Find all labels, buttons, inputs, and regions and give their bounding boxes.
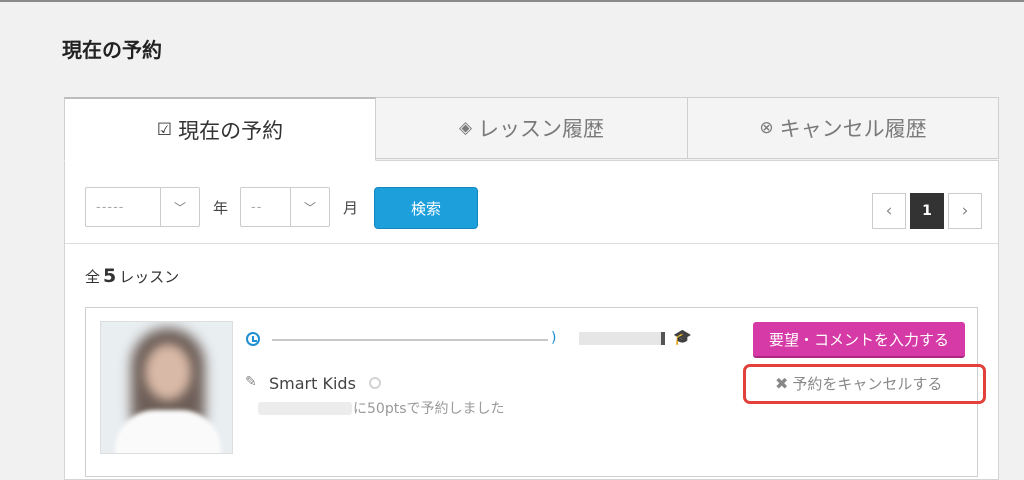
tab-label: キャンセル履歴 bbox=[779, 117, 927, 141]
clock-icon bbox=[246, 332, 260, 346]
lesson-count-number: 5 bbox=[103, 265, 117, 287]
course-tag-icon bbox=[369, 377, 381, 389]
lesson-count: 全 5 レッスン bbox=[85, 265, 179, 287]
lesson-count-prefix: 全 bbox=[85, 268, 101, 286]
month-select[interactable]: -- ﹀ bbox=[240, 187, 330, 227]
redacted-teacher-name bbox=[579, 332, 664, 345]
tab-bar: ☑ 現在の予約 ◈ レッスン履歴 ⊗ キャンセル履歴 bbox=[64, 97, 999, 161]
tab-cancel-history[interactable]: ⊗ キャンセル履歴 bbox=[687, 97, 999, 159]
cancel-reservation-link[interactable]: ✖ 予約をキャンセルする bbox=[775, 373, 942, 394]
chevron-down-icon: ﹀ bbox=[160, 188, 199, 226]
prev-page-button[interactable]: ‹ bbox=[872, 193, 906, 229]
cancel-reservation-label: 予約をキャンセルする bbox=[792, 375, 943, 393]
calendar-check-icon: ☑ bbox=[156, 119, 173, 140]
month-select-value: -- bbox=[251, 199, 263, 215]
close-icon: ✖ bbox=[775, 374, 789, 393]
redacted-booking-date bbox=[258, 402, 352, 415]
year-select-value: ----- bbox=[96, 199, 125, 215]
add-comment-button[interactable]: 要望・コメントを入力する bbox=[753, 322, 965, 358]
divider bbox=[65, 243, 998, 244]
redacted-mark bbox=[661, 332, 665, 345]
lesson-count-suffix: レッスン bbox=[119, 268, 180, 286]
page-title: 現在の予約 bbox=[62, 38, 162, 62]
year-select[interactable]: ----- ﹀ bbox=[85, 187, 200, 227]
tab-lesson-history[interactable]: ◈ レッスン履歴 bbox=[375, 97, 688, 159]
layers-icon: ◈ bbox=[458, 118, 473, 138]
lesson-card: ) 🎓 ✎ Smart Kids に50ptsで予約しました 要望・コメントを入… bbox=[85, 307, 986, 477]
tab-label: 現在の予約 bbox=[178, 118, 284, 143]
graduation-cap-icon: 🎓 bbox=[673, 328, 692, 346]
course-name: Smart Kids bbox=[269, 374, 356, 393]
redacted-bracket: ) bbox=[551, 330, 557, 346]
year-label: 年 bbox=[213, 199, 229, 217]
tab-label: レッスン履歴 bbox=[478, 117, 605, 141]
chevron-down-icon: ﹀ bbox=[290, 188, 329, 226]
top-border bbox=[0, 0, 1024, 2]
teacher-avatar[interactable] bbox=[100, 321, 233, 454]
reservations-panel: ----- ﹀ 年 -- ﹀ 月 検索 ‹ 1 › 全 5 レッスン ) 🎓 ✎… bbox=[64, 160, 999, 480]
pencil-icon: ✎ bbox=[245, 374, 257, 390]
next-page-button[interactable]: › bbox=[948, 193, 982, 229]
x-circle-icon: ⊗ bbox=[759, 118, 774, 138]
month-label: 月 bbox=[343, 199, 359, 217]
tab-current-reservations[interactable]: ☑ 現在の予約 bbox=[64, 97, 376, 161]
redacted-lesson-time bbox=[272, 339, 548, 341]
booking-info: に50ptsで予約しました bbox=[353, 401, 505, 417]
current-page-button[interactable]: 1 bbox=[910, 193, 944, 229]
search-button[interactable]: 検索 bbox=[374, 187, 478, 229]
